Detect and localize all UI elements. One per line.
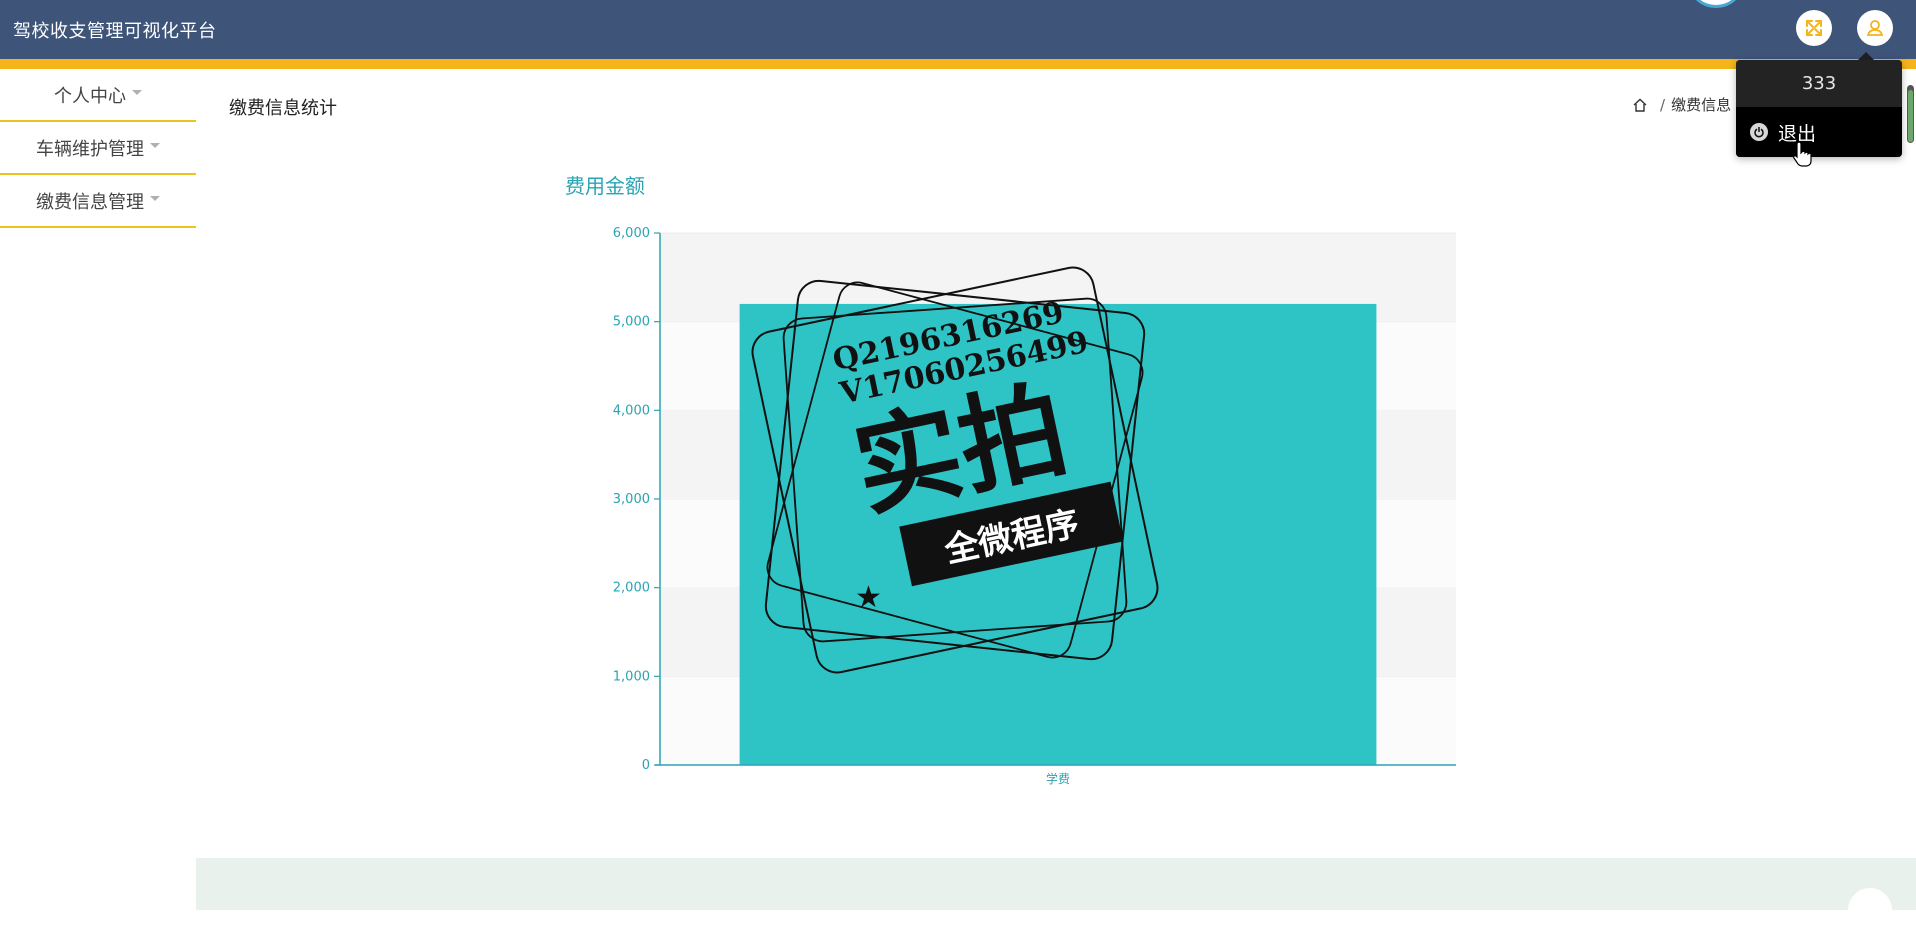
y-tick-label: 3,000 xyxy=(613,492,650,507)
breadcrumb-current: 缴费信息 xyxy=(1671,96,1732,114)
sidebar: 个人中心 车辆维护管理 缴费信息管理 xyxy=(0,69,196,228)
user-menu-button[interactable] xyxy=(1857,10,1893,46)
y-tick-label: 1,000 xyxy=(613,669,650,684)
y-tick-label: 4,000 xyxy=(613,403,650,418)
app-title: 驾校收支管理可视化平台 xyxy=(13,21,217,42)
bottom-panel xyxy=(196,858,1916,910)
home-icon[interactable] xyxy=(1632,97,1648,113)
x-tick-label: 学费 xyxy=(1046,771,1070,786)
sidebar-item-label: 车辆维护管理 xyxy=(36,138,144,160)
back-to-top-button[interactable] xyxy=(1848,888,1892,932)
caret-down-icon xyxy=(132,90,142,95)
fullscreen-button[interactable] xyxy=(1796,10,1832,46)
top-header: 驾校收支管理可视化平台 xyxy=(0,0,1916,59)
chart-svg: 学费 0 1,000 2,000 3,000 4,000 5,000 6,000 xyxy=(613,226,1456,786)
fee-amount-chart: 费用金额 学费 0 1,000 2,000 3,000 4,000 5,000 6,000 xyxy=(560,160,1480,800)
dropdown-username: 333 xyxy=(1736,60,1902,107)
breadcrumb: / 缴费信息 xyxy=(1632,94,1731,115)
logout-menu-item[interactable]: 退出 xyxy=(1736,107,1902,157)
power-icon xyxy=(1750,123,1768,141)
sidebar-item-payment-info[interactable]: 缴费信息管理 xyxy=(0,175,196,228)
sidebar-item-vehicle-maintenance[interactable]: 车辆维护管理 xyxy=(0,122,196,175)
bar-学费 xyxy=(739,303,1377,765)
header-accent-strip xyxy=(0,59,1916,69)
user-icon xyxy=(1866,20,1884,36)
page-title: 缴费信息统计 xyxy=(229,98,337,119)
sidebar-item-personal-center[interactable]: 个人中心 xyxy=(0,69,196,122)
avatar-decoration xyxy=(1690,0,1742,8)
scrollbar-thumb[interactable] xyxy=(1908,90,1913,142)
caret-down-icon xyxy=(150,143,160,148)
hand-cursor-icon xyxy=(1793,141,1812,167)
y-tick-label: 6,000 xyxy=(613,226,650,241)
y-tick-label: 5,000 xyxy=(613,315,650,330)
y-tick-label: 2,000 xyxy=(613,581,650,596)
caret-down-icon xyxy=(150,196,160,201)
sidebar-item-label: 缴费信息管理 xyxy=(36,191,144,213)
fullscreen-icon xyxy=(1806,20,1822,36)
sidebar-item-label: 个人中心 xyxy=(54,85,126,107)
user-dropdown-menu: 333 退出 xyxy=(1736,52,1902,157)
breadcrumb-separator: / xyxy=(1660,95,1666,114)
y-tick-label: 0 xyxy=(642,758,650,773)
